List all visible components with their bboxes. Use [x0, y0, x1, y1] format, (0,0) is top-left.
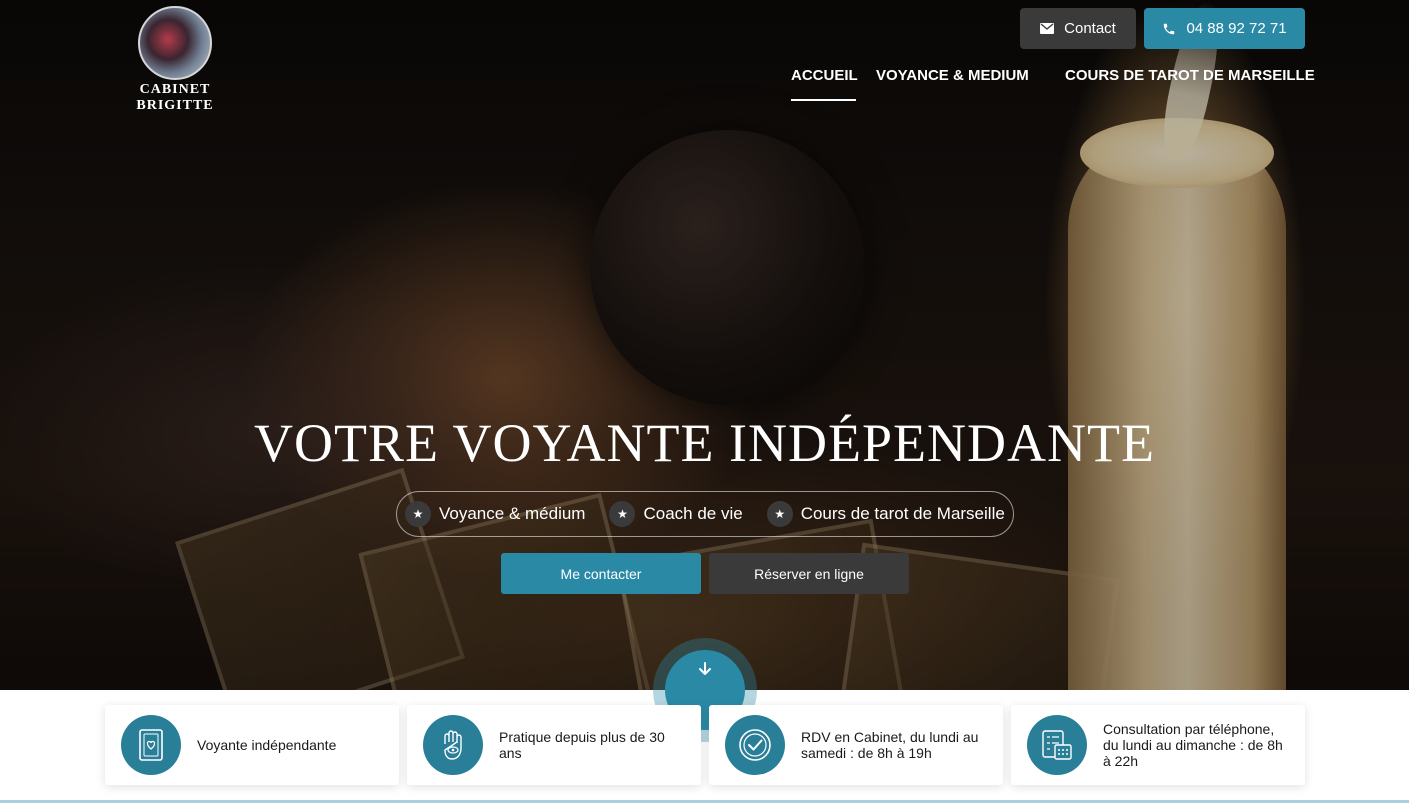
- hero-tag-voyance: ★ Voyance & médium: [405, 501, 585, 527]
- feature-card-telephone: Consultation par téléphone, du lundi au …: [1011, 705, 1305, 785]
- feature-text: Consultation par téléphone, du lundi au …: [1103, 721, 1283, 769]
- logo-image: [138, 6, 212, 80]
- feature-card-cabinet: RDV en Cabinet, du lundi au samedi : de …: [709, 705, 1003, 785]
- tarot-card-icon: [121, 715, 181, 775]
- reserver-en-ligne-button[interactable]: Réserver en ligne: [709, 553, 909, 594]
- arrow-down-icon: [699, 662, 711, 675]
- hero-tag-coach: ★ Coach de vie: [609, 501, 743, 527]
- nav-item-cours-tarot[interactable]: COURS DE TAROT DE MARSEILLE: [1065, 67, 1315, 84]
- feature-text: RDV en Cabinet, du lundi au samedi : de …: [801, 729, 979, 761]
- me-contacter-button[interactable]: Me contacter: [501, 553, 701, 594]
- mail-icon: [1040, 23, 1055, 34]
- calendar-checklist-icon: [1027, 715, 1087, 775]
- feature-text: Voyante indépendante: [197, 737, 337, 753]
- hero-tag-label: Coach de vie: [643, 504, 743, 523]
- contact-button-label: Contact: [1064, 20, 1116, 37]
- hero-tag-cours: ★ Cours de tarot de Marseille: [766, 501, 1005, 527]
- star-icon: ★: [609, 501, 636, 527]
- phone-icon: [1164, 23, 1175, 34]
- hero-tag-label: Cours de tarot de Marseille: [800, 504, 1005, 523]
- phone-button[interactable]: 04 88 92 72 71: [1144, 8, 1305, 49]
- feature-text: Pratique depuis plus de 30 ans: [499, 729, 665, 761]
- checkmark-circle-icon: [725, 715, 785, 775]
- hero-tags: ★ Voyance & médium ★ Coach de vie ★ Cour…: [396, 491, 1014, 537]
- feature-card-voyante: Voyante indépendante: [105, 705, 399, 785]
- hero-tag-label: Voyance & médium: [439, 504, 586, 523]
- site-logo[interactable]: CABINET BRIGITTE: [104, 6, 246, 114]
- nav-item-accueil[interactable]: ACCUEIL: [791, 67, 858, 84]
- contact-button[interactable]: Contact: [1020, 8, 1136, 49]
- hero-title: VOTRE VOYANTE INDÉPENDANTE: [254, 413, 1155, 473]
- nav-item-voyance-medium[interactable]: VOYANCE & MEDIUM: [876, 67, 1029, 84]
- phone-button-label: 04 88 92 72 71: [1186, 20, 1287, 37]
- nav-active-indicator: [791, 99, 856, 101]
- hand-eye-icon: [423, 715, 483, 775]
- star-icon: ★: [766, 501, 793, 527]
- feature-card-experience: Pratique depuis plus de 30 ans: [407, 705, 701, 785]
- logo-text: CABINET BRIGITTE: [136, 82, 214, 113]
- star-icon: ★: [405, 501, 431, 527]
